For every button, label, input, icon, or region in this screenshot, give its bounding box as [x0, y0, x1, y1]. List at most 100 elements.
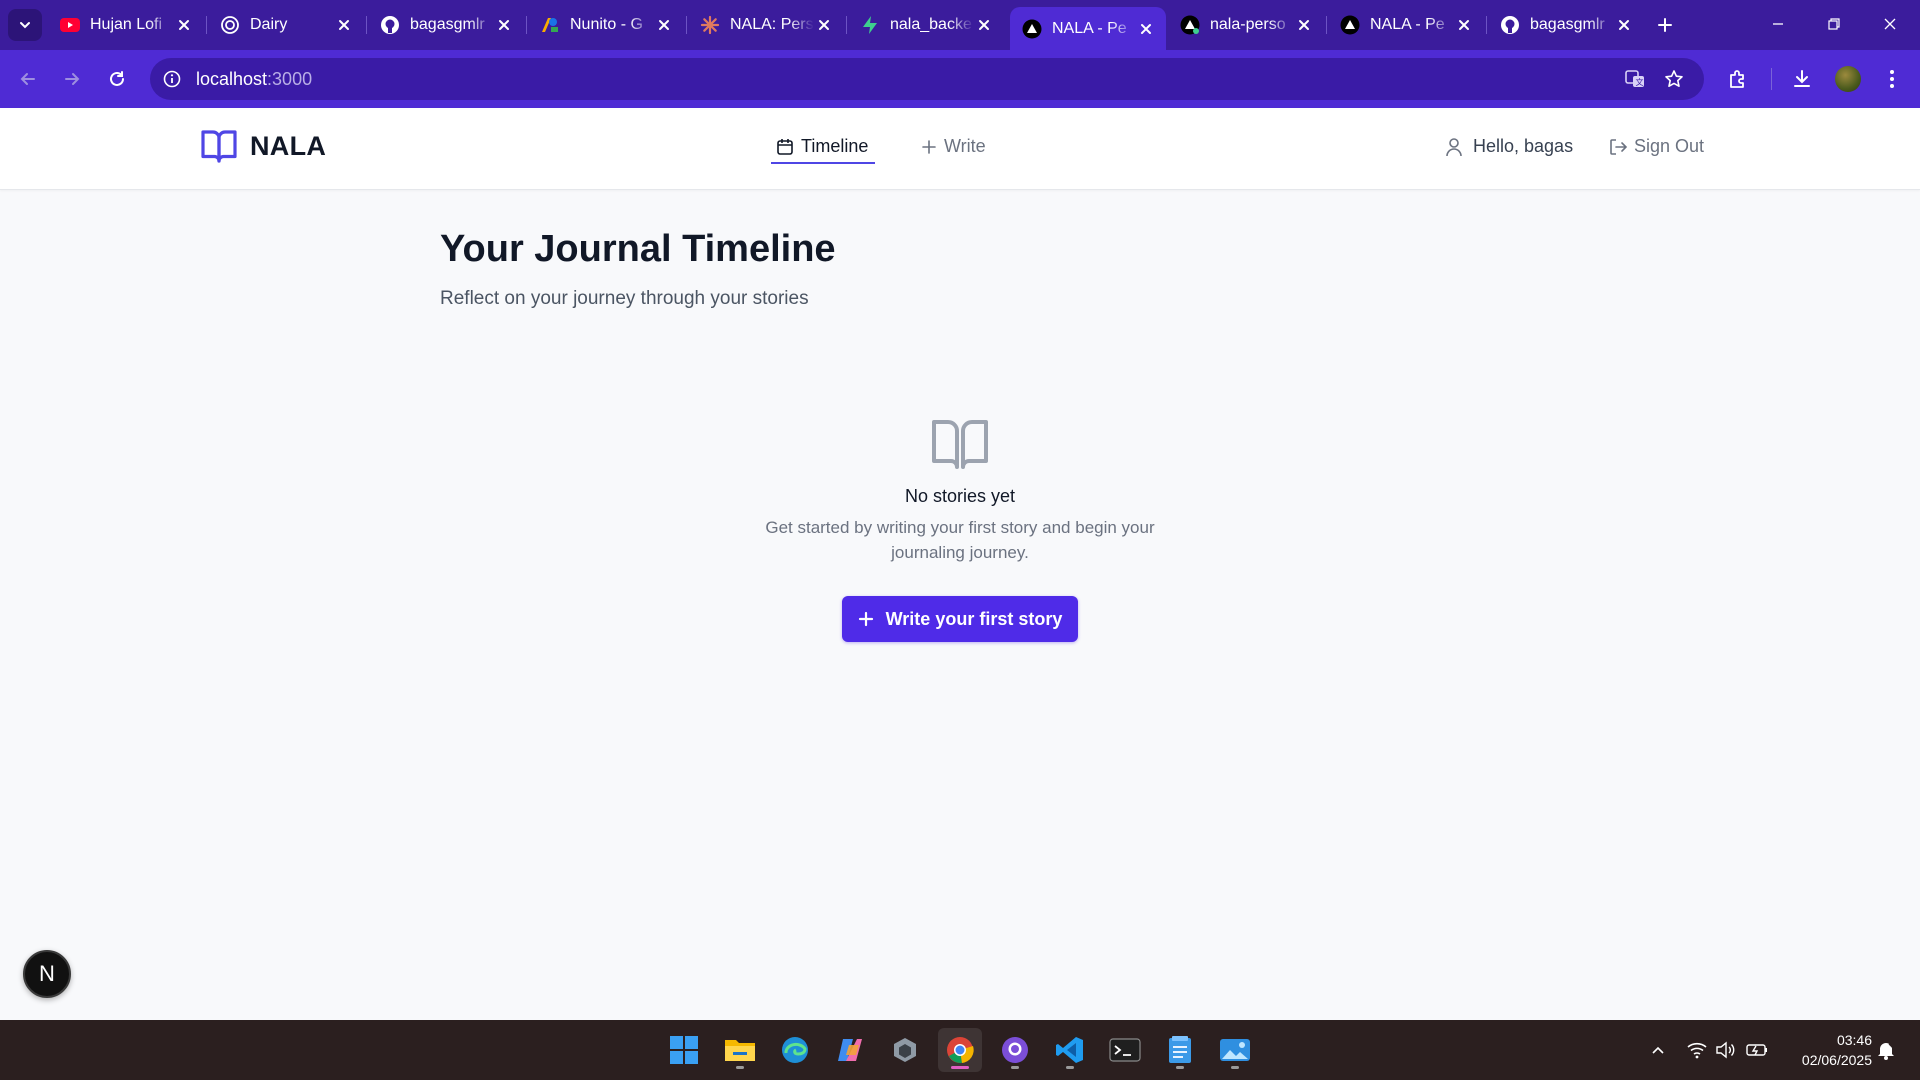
tab-search-button[interactable]	[8, 9, 42, 41]
tab-title: Hujan Lofi	[90, 16, 163, 33]
system-clock[interactable]: 03:46 02/06/2025	[1780, 1030, 1872, 1070]
browser-tab-active[interactable]: NALA - Pe	[1010, 7, 1166, 50]
tab-separator	[846, 16, 847, 34]
chrome-icon[interactable]	[938, 1028, 982, 1072]
vscode-icon[interactable]	[1048, 1028, 1092, 1072]
file-explorer-icon[interactable]	[718, 1028, 762, 1072]
active-indicator	[951, 1066, 969, 1069]
browser-tab[interactable]: NALA - Pe	[1328, 7, 1484, 43]
notepad-icon[interactable]	[1158, 1028, 1202, 1072]
nextjs-dev-badge[interactable]: N	[23, 950, 71, 998]
running-indicator	[1231, 1066, 1239, 1069]
reload-button[interactable]	[101, 63, 133, 95]
back-button[interactable]	[12, 63, 44, 95]
close-icon[interactable]	[174, 15, 194, 35]
user-greeting: Hello, bagas	[1445, 136, 1573, 157]
tab-title: NALA - Pe	[1052, 19, 1127, 37]
copilot-icon[interactable]	[828, 1028, 872, 1072]
restore-button[interactable]	[1806, 0, 1862, 48]
toolbar-divider	[1771, 68, 1772, 90]
new-tab-button[interactable]	[1652, 12, 1678, 38]
tab-separator	[1486, 16, 1487, 34]
tab-separator	[366, 16, 367, 34]
log-out-icon	[1608, 137, 1628, 157]
sign-out-button[interactable]: Sign Out	[1608, 136, 1704, 157]
sign-out-label: Sign Out	[1634, 136, 1705, 156]
more-vertical-icon	[1890, 70, 1894, 88]
chevron-up-icon[interactable]	[1646, 1038, 1670, 1062]
battery-icon[interactable]	[1745, 1038, 1769, 1062]
brand-logo[interactable]: NALA	[200, 128, 326, 164]
translate-icon[interactable]: 文	[1623, 67, 1647, 91]
browser-menu-button[interactable]	[1876, 63, 1908, 95]
github-desktop-icon[interactable]	[993, 1028, 1037, 1072]
plus-icon	[858, 611, 874, 627]
user-icon	[1445, 137, 1463, 157]
windows-start-icon[interactable]	[662, 1028, 706, 1072]
close-icon[interactable]	[654, 15, 674, 35]
restore-icon	[1828, 18, 1840, 30]
plus-icon	[921, 139, 937, 155]
close-icon[interactable]	[1454, 15, 1474, 35]
google-fonts-icon	[540, 15, 560, 35]
github-icon	[1500, 15, 1520, 35]
book-open-icon	[201, 130, 237, 163]
tab-title: NALA - Pe	[1370, 16, 1445, 33]
write-first-story-button[interactable]: Write your first story	[842, 596, 1078, 642]
tab-separator	[206, 16, 207, 34]
browser-tab[interactable]: nala_backe	[848, 7, 1004, 43]
tab-title: NALA: Pers	[730, 16, 814, 33]
url-text: localhost:3000	[196, 69, 313, 89]
youtube-icon	[60, 15, 80, 35]
tab-title: Nunito - G	[570, 16, 643, 33]
nav-timeline[interactable]: Timeline	[776, 136, 868, 161]
reload-icon	[110, 71, 124, 86]
plus-icon	[1658, 18, 1672, 32]
arrow-right-icon	[65, 73, 80, 85]
info-icon[interactable]	[160, 67, 184, 91]
tab-title: nala-perso	[1210, 16, 1286, 33]
edge-icon[interactable]	[773, 1028, 817, 1072]
close-icon[interactable]	[494, 15, 514, 35]
volume-icon[interactable]	[1713, 1038, 1737, 1062]
nav-write[interactable]: Write	[921, 136, 986, 157]
close-icon[interactable]	[814, 15, 834, 35]
browser-tab[interactable]: Nunito - G	[528, 7, 684, 43]
vercel-icon	[1180, 15, 1200, 35]
close-icon[interactable]	[974, 15, 994, 35]
nav-timeline-label: Timeline	[801, 136, 869, 156]
book-open-icon	[932, 420, 988, 469]
svg-text:文: 文	[1636, 77, 1644, 87]
notification-bell-icon[interactable]	[1874, 1038, 1898, 1062]
browser-tab[interactable]: bagasgmlr	[368, 7, 524, 43]
tab-separator	[686, 16, 687, 34]
browser-tab[interactable]: nala-perso	[1168, 7, 1324, 43]
minimize-button[interactable]	[1750, 0, 1806, 48]
browser-tab[interactable]: Dairy	[208, 7, 364, 43]
profile-button[interactable]	[1832, 63, 1864, 95]
browser-tab[interactable]: bagasgmlr	[1488, 7, 1644, 43]
downloads-button[interactable]	[1786, 63, 1818, 95]
puzzle-icon	[1730, 70, 1744, 88]
avatar	[1835, 66, 1861, 92]
unity-icon[interactable]	[883, 1028, 927, 1072]
minimize-icon	[1773, 23, 1783, 25]
address-bar[interactable]: localhost:3000 文	[150, 58, 1704, 100]
close-icon[interactable]	[334, 15, 354, 35]
close-window-button[interactable]	[1862, 0, 1918, 48]
brand-name: NALA	[250, 130, 327, 161]
bookmark-star-icon[interactable]	[1662, 67, 1686, 91]
forward-button[interactable]	[56, 63, 88, 95]
extensions-button[interactable]	[1722, 63, 1754, 95]
nav-write-label: Write	[944, 136, 986, 156]
close-icon[interactable]	[1294, 15, 1314, 35]
tab-title: bagasgmlr	[410, 16, 485, 33]
terminal-icon[interactable]	[1103, 1028, 1147, 1072]
photos-icon[interactable]	[1213, 1028, 1257, 1072]
close-icon[interactable]	[1614, 15, 1634, 35]
close-icon[interactable]	[1136, 19, 1156, 39]
browser-tab[interactable]: Hujan Lofi	[48, 7, 204, 43]
browser-tab[interactable]: NALA: Pers	[688, 7, 844, 43]
wifi-icon[interactable]	[1685, 1038, 1709, 1062]
running-indicator	[1011, 1066, 1019, 1069]
